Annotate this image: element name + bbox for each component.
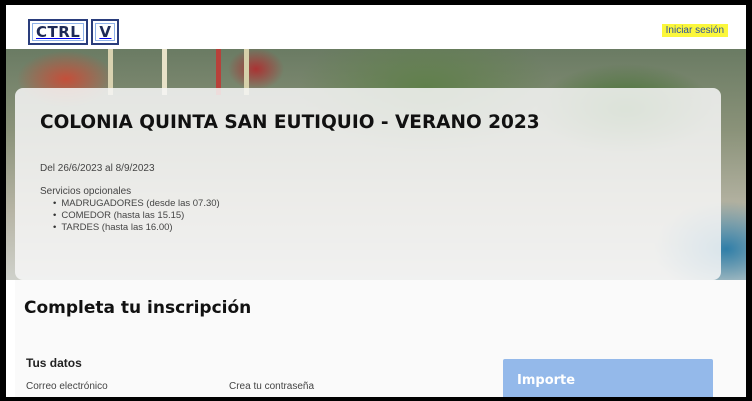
- site-logo[interactable]: CTRL V: [28, 19, 120, 45]
- optional-services-label: Servicios opcionales: [40, 186, 132, 197]
- logo-ctrl: CTRL: [28, 19, 89, 45]
- login-link[interactable]: Iniciar sesión: [661, 24, 728, 37]
- service-item-madrugadores: MADRUGADORES (desde las 07.30): [53, 198, 219, 210]
- event-dates: Del 26/6/2023 al 8/9/2023: [40, 163, 155, 174]
- event-info-card: COLONIA QUINTA SAN EUTIQUIO - VERANO 202…: [15, 88, 721, 280]
- service-item-comedor: COMEDOR (hasta las 15.15): [53, 210, 220, 222]
- your-data-heading: Tus datos: [26, 356, 82, 370]
- email-field-label: Correo electrónico: [26, 381, 108, 392]
- registration-form-section: Completa tu inscripción Tus datos Correo…: [15, 280, 746, 397]
- browser-viewport: CTRL V Iniciar sesión COLONIA QUINTA SAN…: [6, 5, 746, 397]
- optional-services-list: MADRUGADORES (desde las 07.30) COMEDOR (…: [53, 198, 220, 234]
- service-item-tardes: TARDES (hasta las 16.00): [53, 222, 220, 234]
- password-field-label: Crea tu contraseña: [229, 381, 315, 392]
- top-navigation-bar: CTRL V Iniciar sesión: [6, 5, 746, 49]
- event-title: COLONIA QUINTA SAN EUTIQUIO - VERANO 202…: [40, 112, 540, 133]
- amount-heading: Importe: [517, 373, 576, 388]
- screenshot-frame: CTRL V Iniciar sesión COLONIA QUINTA SAN…: [0, 0, 752, 401]
- form-title: Completa tu inscripción: [24, 298, 252, 318]
- amount-panel: Importe: [503, 359, 713, 397]
- logo-v: V: [91, 19, 120, 45]
